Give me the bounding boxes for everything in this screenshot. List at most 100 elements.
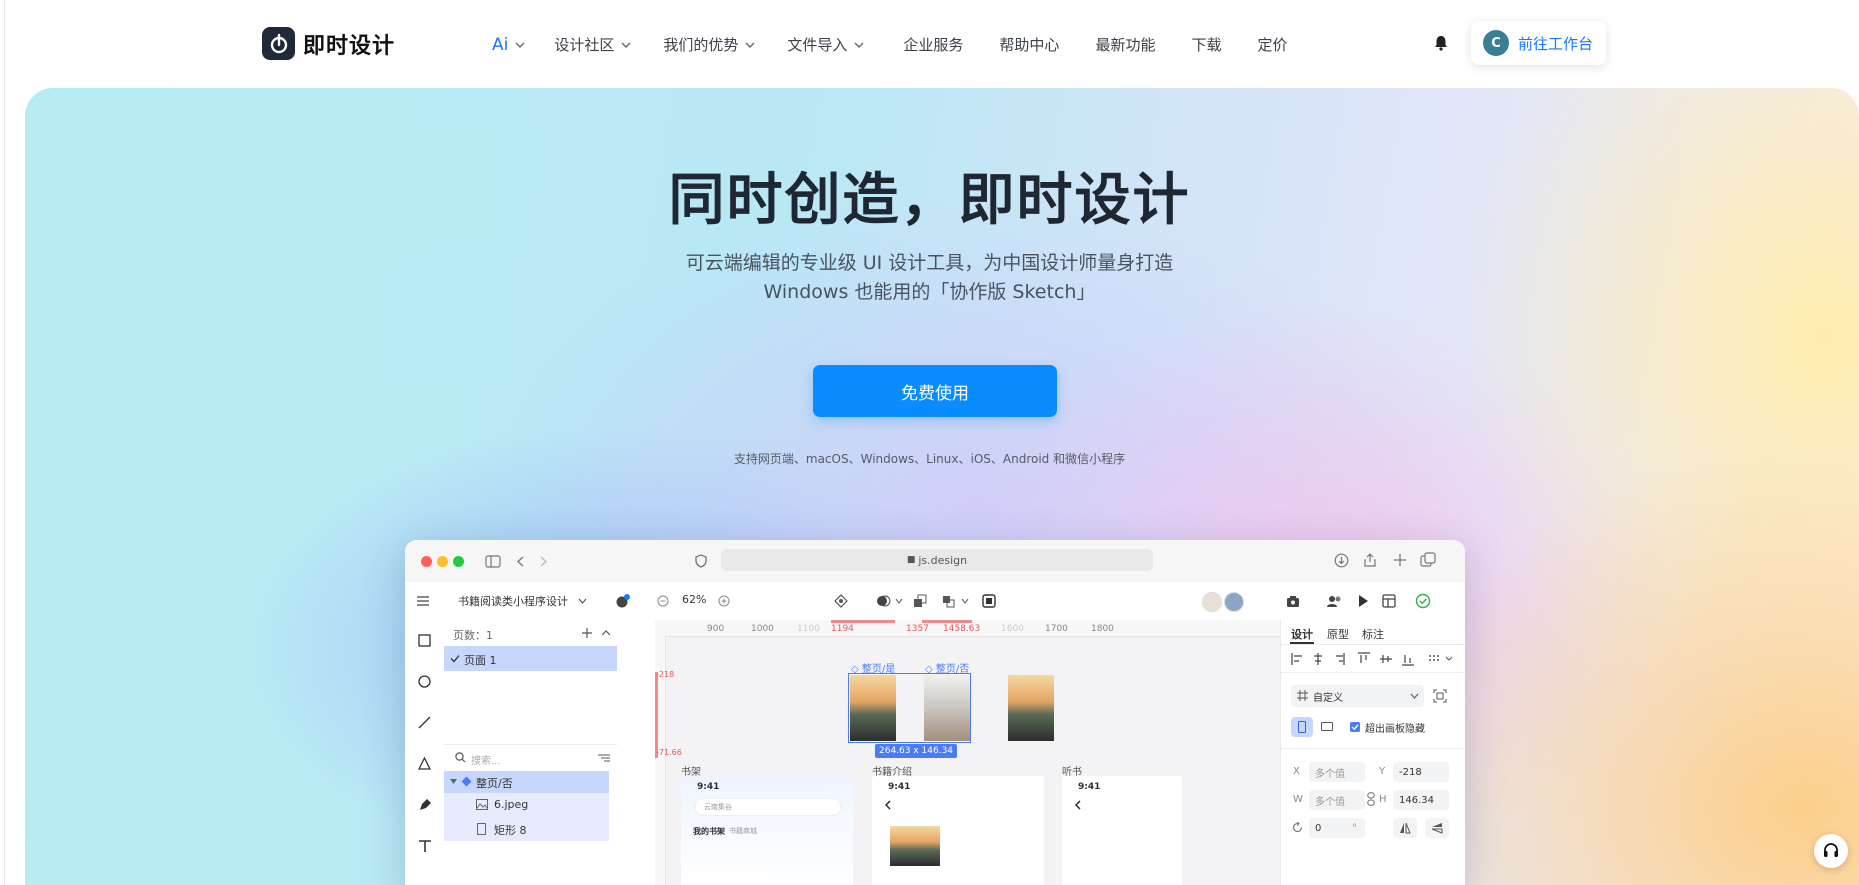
rotation-unit: ° bbox=[1352, 822, 1357, 834]
zoom-in-icon[interactable] bbox=[718, 595, 730, 607]
tab-design[interactable]: 设计 bbox=[1291, 626, 1313, 642]
shelf-tab: 书籍商城 bbox=[729, 827, 757, 835]
boolean-icon[interactable] bbox=[913, 594, 927, 608]
mask-icon[interactable] bbox=[876, 594, 904, 608]
collaborator-avatar[interactable] bbox=[1202, 592, 1222, 612]
brand-logo[interactable]: 即时设计 bbox=[262, 27, 395, 60]
tab-prototype[interactable]: 原型 bbox=[1327, 626, 1349, 642]
new-tab-icon[interactable] bbox=[1393, 553, 1407, 567]
sidebar-toggle-icon[interactable] bbox=[485, 555, 501, 568]
nav-item-label: 最新功能 bbox=[1095, 36, 1156, 54]
phone-time: 9:41 bbox=[1078, 782, 1101, 792]
chevron-down-icon bbox=[578, 598, 587, 604]
zoom-level[interactable]: 62% bbox=[682, 593, 706, 606]
selection-box bbox=[848, 673, 971, 743]
y-field[interactable]: -218 bbox=[1393, 762, 1449, 782]
page-item[interactable]: 页面 1 bbox=[444, 646, 617, 671]
phone-frame-bookshelf[interactable]: 9:41 云南集谷 我的书架 书籍商城 bbox=[681, 776, 853, 885]
top-navbar: 即时设计 Ai 设计社区 我们的优势 文件导入 企业服务 帮助中心 最新功能 下… bbox=[0, 0, 1859, 88]
free-use-button[interactable]: 免费使用 bbox=[813, 365, 1057, 417]
phone-frame-audiobook[interactable]: 9:41 bbox=[1062, 776, 1182, 885]
layer-search-input[interactable]: 搜索... bbox=[471, 752, 501, 767]
zoom-out-icon[interactable] bbox=[657, 595, 669, 607]
file-name[interactable]: 书籍阅读类小程序设计 bbox=[458, 593, 568, 609]
align-toolbar[interactable] bbox=[1291, 652, 1419, 666]
landscape-icon[interactable] bbox=[1321, 722, 1333, 731]
nav-item-advantages[interactable]: 我们的优势 bbox=[663, 34, 756, 55]
download-icon[interactable] bbox=[1334, 553, 1349, 568]
add-page-icon[interactable] bbox=[582, 628, 592, 638]
nav-item-pricing[interactable]: 定价 bbox=[1257, 34, 1287, 55]
layer-row[interactable]: 6.jpeg bbox=[444, 793, 609, 817]
layer-row[interactable]: 整页/否 bbox=[444, 771, 609, 793]
rectangle-tool-icon[interactable] bbox=[418, 634, 431, 647]
phone-frame-book-intro[interactable]: 9:41 bbox=[872, 776, 1044, 885]
pen-tool-icon[interactable] bbox=[418, 798, 432, 812]
layer-label: 矩形 8 bbox=[494, 824, 527, 837]
address-bar[interactable]: ■ js.design bbox=[721, 549, 1153, 571]
w-field[interactable]: 多个值 bbox=[1309, 790, 1365, 810]
back-icon bbox=[1075, 800, 1081, 810]
chevron-up-icon[interactable] bbox=[601, 629, 611, 637]
triangle-tool-icon[interactable] bbox=[418, 757, 433, 770]
lock-icon: ■ bbox=[906, 555, 916, 565]
nav-item-help[interactable]: 帮助中心 bbox=[999, 34, 1059, 55]
image-icon bbox=[476, 799, 488, 810]
book-cover-image[interactable] bbox=[1008, 675, 1054, 741]
layout-icon[interactable] bbox=[1382, 594, 1396, 608]
rotation-field[interactable]: 0 ° bbox=[1309, 818, 1365, 838]
hero-title: 同时创造，即时设计 bbox=[668, 168, 1191, 233]
nav-item-import[interactable]: 文件导入 bbox=[787, 34, 865, 55]
layers-panel: 页数：1 页面 1 搜索... 整页/否 6.jpeg 矩形 8 bbox=[444, 620, 656, 885]
back-icon[interactable] bbox=[516, 555, 526, 568]
caret-down-icon[interactable] bbox=[450, 779, 457, 785]
nav-item-whats-new[interactable]: 最新功能 bbox=[1095, 34, 1155, 55]
ellipse-tool-icon[interactable] bbox=[418, 675, 431, 688]
customer-support-button[interactable] bbox=[1814, 834, 1848, 868]
chevron-down-icon bbox=[1410, 693, 1419, 699]
nav-item-download[interactable]: 下载 bbox=[1191, 34, 1221, 55]
ruler-tick: 900 bbox=[707, 624, 725, 634]
play-icon[interactable] bbox=[1357, 594, 1369, 608]
tab-annotate[interactable]: 标注 bbox=[1362, 626, 1384, 642]
text-tool-icon[interactable] bbox=[418, 839, 432, 853]
filter-icon[interactable] bbox=[598, 753, 610, 763]
more-align-icon[interactable] bbox=[1428, 654, 1456, 664]
component-icon[interactable] bbox=[834, 594, 848, 608]
h-field[interactable]: 146.34 bbox=[1393, 790, 1449, 810]
frame-type-select[interactable]: 自定义 bbox=[1291, 685, 1424, 707]
clip-content-checkbox[interactable] bbox=[1350, 722, 1360, 732]
align-group-icon[interactable] bbox=[942, 594, 972, 608]
line-tool-icon[interactable] bbox=[418, 716, 433, 729]
props-tabs: 设计 原型 标注 bbox=[1281, 620, 1465, 645]
frame-icon[interactable] bbox=[982, 594, 996, 608]
bell-icon[interactable] bbox=[1432, 34, 1450, 52]
collaborator-avatar[interactable] bbox=[1224, 592, 1244, 612]
camera-icon[interactable] bbox=[1286, 594, 1300, 608]
tabs-overview-icon[interactable] bbox=[1420, 552, 1436, 568]
share-users-icon[interactable] bbox=[1327, 594, 1342, 608]
workspace-button[interactable]: C 前往工作台 bbox=[1471, 21, 1606, 65]
divider bbox=[1281, 748, 1465, 749]
brand-name: 即时设计 bbox=[303, 33, 396, 59]
nav-item-enterprise[interactable]: 企业服务 bbox=[903, 34, 963, 55]
design-canvas[interactable]: 900 1000 1100 1194 1357 1458.63 1600 170… bbox=[655, 620, 1280, 885]
forward-icon[interactable] bbox=[538, 555, 548, 568]
fit-frame-icon[interactable] bbox=[1433, 689, 1447, 703]
menu-icon[interactable] bbox=[416, 595, 430, 607]
flip-horizontal-button[interactable] bbox=[1393, 818, 1417, 838]
browser-titlebar: ■ js.design bbox=[405, 540, 1465, 583]
share-icon[interactable] bbox=[1363, 552, 1377, 568]
layer-row[interactable]: 矩形 8 bbox=[444, 817, 609, 841]
chevron-down-icon bbox=[515, 42, 525, 48]
url-text: js.design bbox=[918, 553, 968, 567]
ruler-tick: 1600 bbox=[1001, 624, 1024, 634]
constrain-proportions-icon[interactable] bbox=[1367, 792, 1375, 806]
nav-item-ai[interactable]: Ai bbox=[492, 35, 526, 55]
portrait-toggle[interactable] bbox=[1291, 717, 1313, 737]
team-icon[interactable] bbox=[615, 593, 631, 609]
x-field[interactable]: 多个值 bbox=[1309, 762, 1365, 782]
flip-vertical-button[interactable] bbox=[1425, 818, 1449, 838]
nav-item-community[interactable]: 设计社区 bbox=[554, 34, 632, 55]
avatar: C bbox=[1483, 30, 1509, 56]
